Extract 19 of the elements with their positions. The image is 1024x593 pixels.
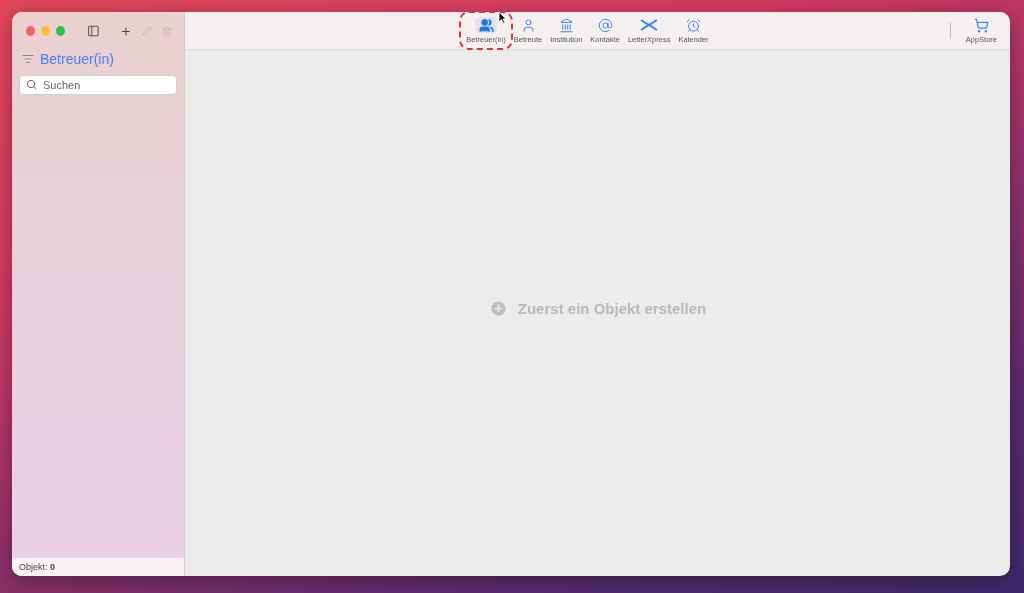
add-circle-icon bbox=[488, 298, 508, 318]
object-count: Objekt: 0 bbox=[12, 558, 184, 576]
search-icon bbox=[26, 79, 37, 90]
bank-icon bbox=[558, 17, 574, 33]
search-field[interactable]: Suchen bbox=[19, 75, 177, 95]
alarm-clock-icon bbox=[685, 17, 701, 33]
zoom-button[interactable] bbox=[56, 26, 66, 36]
pointer-cursor-icon bbox=[497, 12, 507, 24]
people-icon bbox=[478, 17, 494, 33]
close-button[interactable] bbox=[26, 26, 36, 36]
cart-icon bbox=[973, 17, 989, 33]
sidebar-toggle-icon[interactable] bbox=[87, 24, 101, 38]
sidebar-title: Betreuer(in) bbox=[40, 51, 114, 67]
filter-icon[interactable] bbox=[22, 53, 34, 65]
person-icon bbox=[520, 17, 536, 33]
at-sign-icon bbox=[597, 17, 613, 33]
edit-icon[interactable] bbox=[141, 25, 152, 37]
minimize-button[interactable] bbox=[41, 26, 51, 36]
trash-icon[interactable] bbox=[161, 25, 172, 37]
